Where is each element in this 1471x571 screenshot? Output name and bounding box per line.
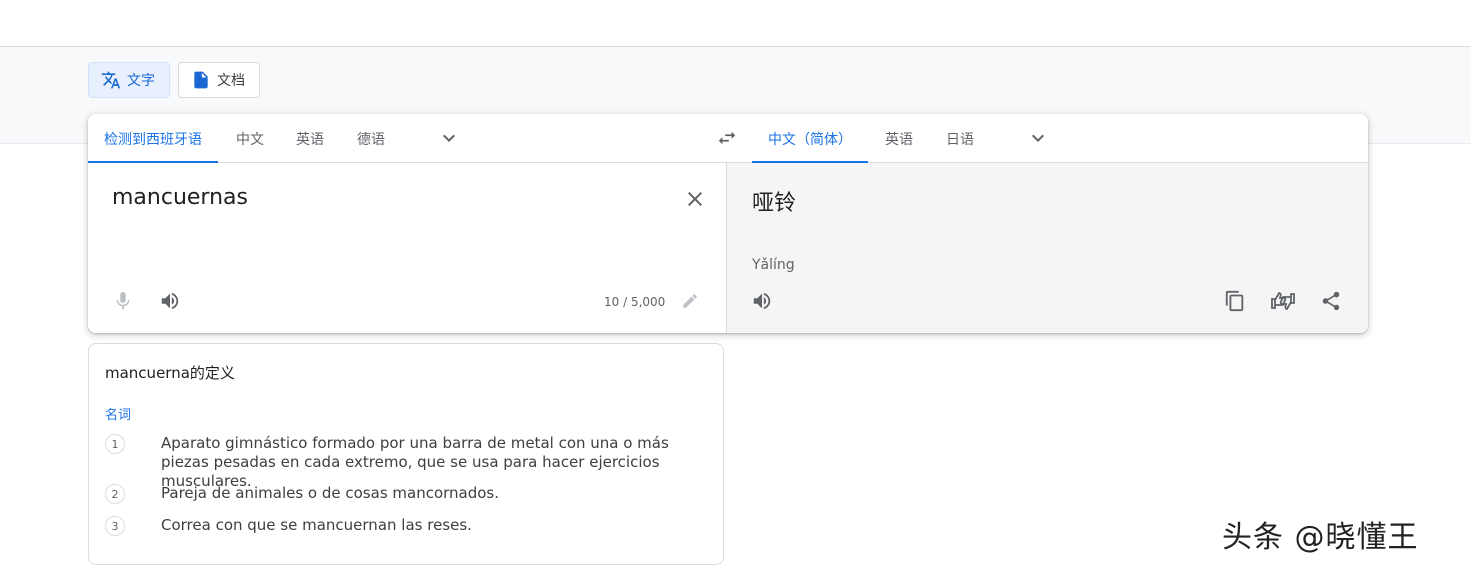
translate-icon [101, 71, 121, 89]
definition-item: 1 Aparato gimnástico formado por una bar… [105, 434, 705, 491]
edit-button[interactable] [674, 285, 706, 317]
copy-icon [1225, 290, 1244, 312]
watermark: 头条 @晓懂王 [1222, 520, 1419, 555]
top-bar [0, 0, 1471, 47]
tab-target-japanese[interactable]: 日语 [946, 114, 974, 163]
tab-source-german[interactable]: 德语 [357, 114, 385, 163]
clear-source-button[interactable] [679, 183, 711, 215]
definition-number: 3 [105, 516, 125, 536]
target-lang-label: 中文（简体） [768, 131, 852, 148]
definition-number: 2 [105, 484, 125, 504]
source-lang-label: 英语 [296, 131, 324, 148]
copy-translation-button[interactable] [1219, 285, 1251, 317]
speaker-icon [161, 292, 179, 310]
share-icon [1322, 291, 1340, 311]
tab-target-english[interactable]: 英语 [885, 114, 913, 163]
thumbs-up-down-icon [1271, 292, 1295, 310]
language-bar: 检测到西班牙语 中文 英语 德语 中文（简体） 英语 日语 [88, 114, 1368, 163]
source-lang-label: 中文 [236, 131, 264, 148]
definition-text: Aparato gimnástico formado por una barra… [161, 434, 669, 490]
rate-translation-button[interactable] [1267, 285, 1299, 317]
pencil-icon [683, 294, 697, 308]
target-language-dropdown[interactable] [1022, 122, 1054, 154]
target-lang-label: 英语 [885, 131, 913, 148]
text-mode-button[interactable]: 文字 [88, 62, 170, 98]
listen-translation-button[interactable] [746, 285, 778, 317]
tab-source-chinese[interactable]: 中文 [236, 114, 264, 163]
romanization-text: Yǎlíng [752, 257, 795, 273]
tab-detected-language[interactable]: 检测到西班牙语 [88, 114, 218, 163]
source-lang-label: 德语 [357, 131, 385, 148]
source-language-dropdown[interactable] [433, 122, 465, 154]
character-count: 10 / 5,000 [604, 295, 666, 309]
tab-target-chinese-simplified[interactable]: 中文（简体） [752, 114, 868, 163]
document-mode-button[interactable]: 文档 [178, 62, 260, 98]
detected-language-label: 检测到西班牙语 [104, 131, 202, 148]
chevron-down-icon [443, 134, 455, 142]
swap-icon [718, 131, 736, 145]
document-icon [194, 71, 208, 89]
speaker-icon [753, 292, 771, 310]
close-icon [688, 192, 702, 206]
definitions-title: mancuerna的定义 [105, 364, 235, 382]
target-pane: 哑铃 Yǎlíng [727, 163, 1368, 333]
part-of-speech: 名词 [105, 408, 132, 423]
microphone-icon [116, 291, 130, 310]
definition-item: 3 Correa con que se mancuernan las reses… [105, 516, 705, 536]
document-mode-label: 文档 [217, 73, 245, 89]
target-lang-label: 日语 [946, 131, 974, 148]
definition-item: 2 Pareja de animales o de cosas mancorna… [105, 484, 705, 504]
definition-text: Pareja de animales o de cosas mancornado… [161, 484, 500, 502]
source-text-input[interactable]: mancuernas [112, 185, 248, 210]
listen-source-button[interactable] [154, 285, 186, 317]
definitions-card: mancuerna的定义 名词 1 Aparato gimnástico for… [88, 343, 724, 565]
text-mode-label: 文字 [127, 73, 155, 89]
definition-text: Correa con que se mancuernan las reses. [161, 516, 472, 534]
definition-number: 1 [105, 434, 125, 454]
swap-languages-button[interactable] [711, 122, 743, 154]
chevron-down-icon [1032, 134, 1044, 142]
tab-source-english[interactable]: 英语 [296, 114, 324, 163]
voice-input-button[interactable] [107, 285, 139, 317]
source-pane: mancuernas 10 / 5,000 [88, 163, 727, 333]
share-translation-button[interactable] [1315, 285, 1347, 317]
translation-card: 检测到西班牙语 中文 英语 德语 中文（简体） 英语 日语 mancuernas… [88, 114, 1368, 333]
translation-output: 哑铃 [752, 191, 797, 216]
